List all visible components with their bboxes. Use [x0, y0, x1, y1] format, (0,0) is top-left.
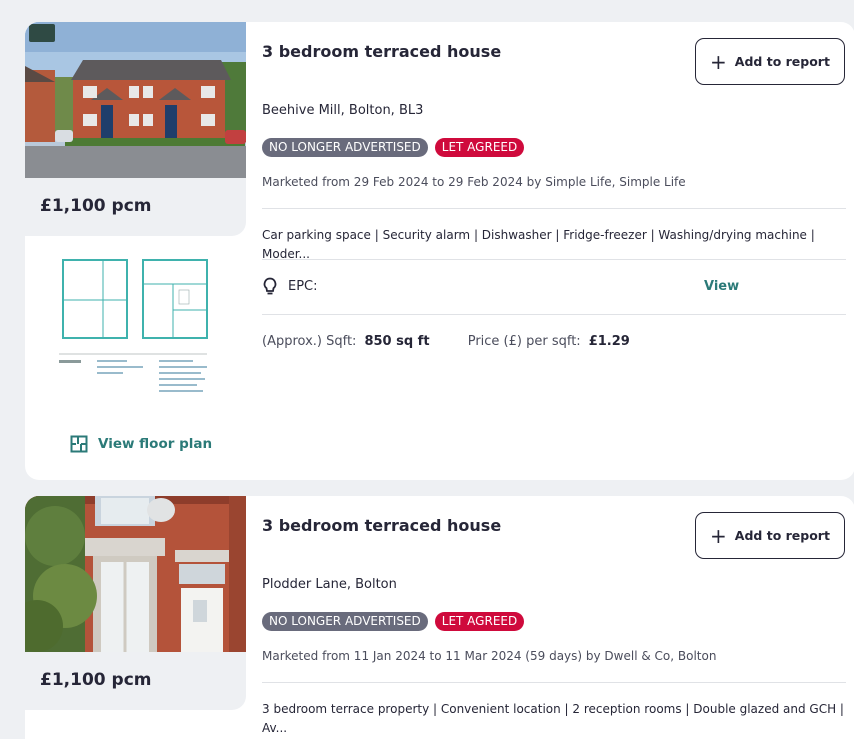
epc-label: EPC: [288, 279, 318, 294]
view-floor-plan-label: View floor plan [98, 436, 213, 452]
divider [262, 682, 846, 683]
divider [262, 314, 846, 315]
plus-icon: + [710, 49, 727, 74]
listing-price: £1,100 pcm [40, 670, 152, 690]
epc-view-link[interactable]: View [704, 279, 739, 294]
price-per-sqft-value: £1.29 [588, 334, 630, 349]
lightbulb-icon [263, 277, 277, 295]
listing-details: 3 bedroom terraced house + Add to report… [262, 22, 846, 480]
status-badge-let-agreed: LET AGREED [434, 138, 525, 157]
status-badges: NO LONGER ADVERTISED LET AGREED [262, 612, 525, 631]
marketed-info: Marketed from 29 Feb 2024 to 29 Feb 2024… [262, 175, 686, 189]
marketed-info: Marketed from 11 Jan 2024 to 11 Mar 2024… [262, 649, 717, 663]
view-floor-plan-link[interactable]: View floor plan [70, 435, 212, 453]
listing-details: 3 bedroom terraced house + Add to report… [262, 496, 846, 739]
status-badges: NO LONGER ADVERTISED LET AGREED [262, 138, 525, 157]
divider [262, 208, 846, 209]
add-to-report-button[interactable]: + Add to report [695, 512, 845, 559]
property-photo[interactable] [25, 22, 246, 178]
plus-icon: + [710, 523, 727, 548]
floor-plan-thumbnail[interactable] [53, 254, 213, 404]
status-badge-no-longer-advertised: NO LONGER ADVERTISED [262, 138, 428, 157]
property-photo[interactable] [25, 496, 246, 652]
divider [262, 259, 846, 260]
sqft-row: (Approx.) Sqft: 850 sq ft Price (£) per s… [262, 334, 630, 349]
add-to-report-label: Add to report [734, 528, 830, 543]
price-box: £1,100 pcm [25, 178, 246, 236]
features-list: 3 bedroom terrace property | Convenient … [262, 702, 844, 735]
listing-address: Plodder Lane, Bolton [262, 577, 397, 592]
sqft-label: (Approx.) Sqft: [262, 334, 357, 349]
listing-card[interactable]: £1,100 pcm 3 bedroom terraced house + Ad… [25, 496, 854, 739]
status-badge-no-longer-advertised: NO LONGER ADVERTISED [262, 612, 428, 631]
price-per-sqft-label: Price (£) per sqft: [467, 334, 581, 349]
status-badge-let-agreed: LET AGREED [434, 612, 525, 631]
add-to-report-button[interactable]: + Add to report [695, 38, 845, 85]
price-box: £1,100 pcm [25, 652, 246, 710]
floor-plan-icon [70, 435, 88, 453]
add-to-report-label: Add to report [734, 54, 830, 69]
listing-address: Beehive Mill, Bolton, BL3 [262, 103, 424, 118]
sqft-value: 850 sq ft [364, 334, 430, 349]
listing-title[interactable]: 3 bedroom terraced house [262, 516, 501, 535]
listing-price: £1,100 pcm [40, 196, 152, 216]
listing-card[interactable]: £1,100 pcm View floor plan 3 bedroom ter… [25, 22, 854, 480]
listing-title[interactable]: 3 bedroom terraced house [262, 42, 501, 61]
epc-row: EPC: View [262, 277, 846, 297]
